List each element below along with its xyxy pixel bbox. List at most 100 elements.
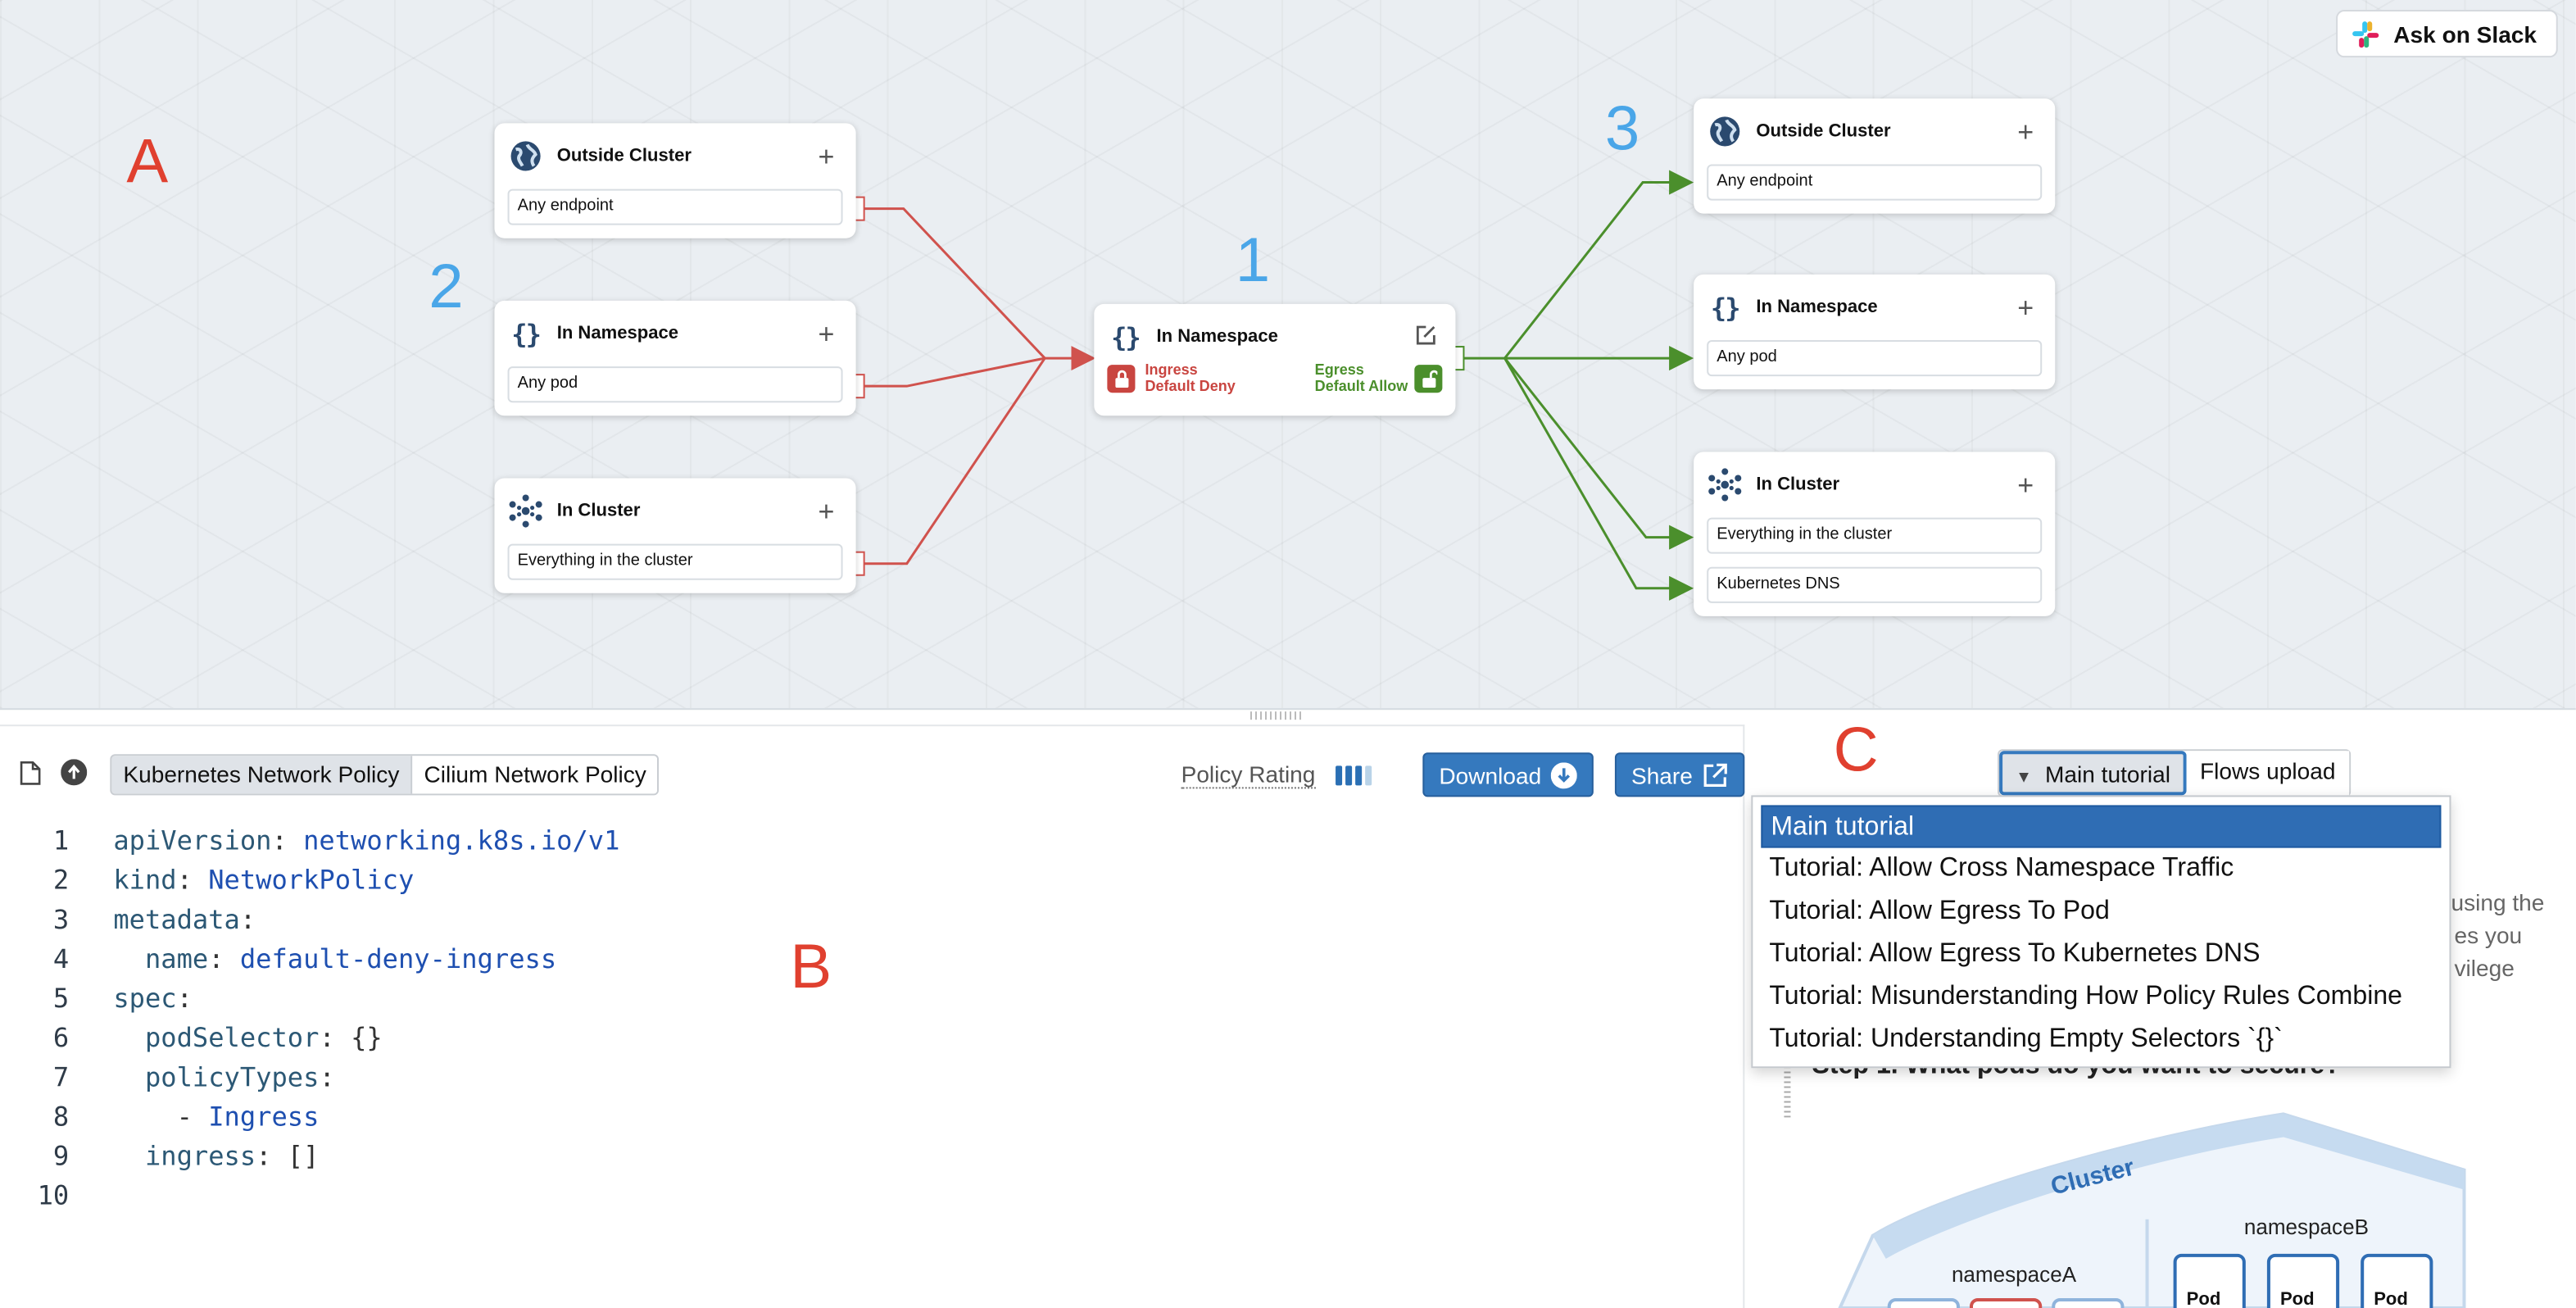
card-title: In Namespace: [1156, 326, 1278, 347]
diagram-pod-label: Pod: [2186, 1289, 2221, 1308]
marker-b: B: [790, 933, 832, 1003]
line-number: 4: [52, 942, 70, 974]
ingress-card-in-cluster[interactable]: In Cluster + Everything in the cluster: [494, 478, 856, 593]
globe-icon: [508, 138, 544, 174]
code-line: spec:: [113, 982, 193, 1015]
globe-icon: [1707, 113, 1743, 149]
rule-row[interactable]: Any endpoint: [507, 188, 843, 225]
diagram-pod-label: Pod: [2374, 1289, 2408, 1308]
tab-cilium-network-policy[interactable]: Cilium Network Policy: [412, 756, 658, 794]
code-line: podSelector: {}: [144, 1022, 383, 1054]
center-card-in-namespace[interactable]: {} In Namespace Ingress Default Deny Egre…: [1094, 303, 1456, 416]
tutorial-tabs[interactable]: ▼ Main tutorial Flows upload: [1998, 749, 2351, 797]
menu-item-main-tutorial[interactable]: Main tutorial: [1761, 805, 2442, 848]
add-rule-button[interactable]: +: [2009, 117, 2042, 145]
diagram-pod-label: Pod: [2279, 1289, 2315, 1308]
marker-3: 3: [1604, 95, 1640, 165]
ingress-card-outside-cluster[interactable]: Outside Cluster + Any endpoint: [494, 123, 856, 238]
tutorial-text-fragment: using the: [2451, 888, 2545, 915]
add-rule-button[interactable]: +: [810, 320, 842, 347]
tab-kubernetes-network-policy[interactable]: Kubernetes Network Policy: [111, 756, 413, 794]
card-title: In Namespace: [556, 323, 679, 344]
rule-row[interactable]: Everything in the cluster: [1707, 517, 2043, 554]
tab-flows-upload[interactable]: Flows upload: [2186, 751, 2349, 796]
card-title: In Cluster: [1756, 475, 1840, 495]
tab-main-tutorial[interactable]: ▼ Main tutorial: [1999, 751, 2187, 796]
policy-type-toggle[interactable]: Kubernetes Network Policy Cilium Network…: [110, 754, 660, 796]
rule-row[interactable]: Everything in the cluster: [507, 543, 843, 580]
egress-label: Egress: [1314, 361, 1364, 379]
code-line: ingress: []: [144, 1140, 320, 1172]
chevron-down-icon: ▼: [2016, 769, 2032, 788]
cluster-diagram: [1838, 1112, 2466, 1308]
add-rule-button[interactable]: +: [810, 497, 842, 525]
line-number: 3: [52, 903, 70, 935]
code-line: policyTypes:: [144, 1061, 335, 1093]
card-title: Outside Cluster: [556, 146, 692, 166]
card-title: In Cluster: [556, 501, 641, 521]
card-title: In Namespace: [1756, 297, 1878, 317]
external-link-icon: [1703, 761, 1729, 788]
rule-row[interactable]: Any endpoint: [1707, 164, 2043, 201]
code-line: kind: NetworkPolicy: [113, 864, 415, 896]
slack-label: Ask on Slack: [2393, 20, 2537, 48]
tutorial-dropdown-menu[interactable]: Main tutorial Tutorial: Allow Cross Name…: [1751, 795, 2451, 1069]
menu-item-empty-selectors[interactable]: Tutorial: Understanding Empty Selectors …: [1761, 1019, 2441, 1061]
policy-editor: Kubernetes Network Policy Cilium Network…: [0, 724, 1746, 1308]
add-rule-button[interactable]: +: [810, 142, 842, 170]
download-label: Download: [1439, 761, 1542, 788]
code-line: apiVersion: networking.k8s.io/v1: [113, 824, 620, 856]
add-rule-button[interactable]: +: [2009, 293, 2042, 321]
rule-row[interactable]: Kubernetes DNS: [1707, 566, 2043, 603]
egress-card-in-cluster[interactable]: In Cluster + Everything in the cluster K…: [1694, 452, 2056, 616]
upload-icon[interactable]: [61, 759, 88, 786]
policy-rating-label[interactable]: Policy Rating: [1181, 761, 1316, 789]
egress-card-outside-cluster[interactable]: Outside Cluster + Any endpoint: [1694, 98, 2056, 214]
code-line: name: default-deny-ingress: [144, 942, 557, 974]
ingress-card-in-namespace[interactable]: {} In Namespace + Any pod: [494, 300, 856, 416]
cluster-icon: [508, 493, 544, 529]
braces-icon: {}: [1111, 320, 1141, 353]
tutorial-text-fragment: vilege: [2454, 954, 2515, 981]
diagram-namespace-b: namespaceB: [2243, 1214, 2369, 1239]
tutorial-text-fragment: es you: [2454, 921, 2523, 948]
add-rule-button[interactable]: +: [2009, 470, 2042, 498]
code-line: metadata:: [113, 903, 256, 935]
line-number: 6: [52, 1022, 70, 1054]
new-file-icon[interactable]: [16, 759, 43, 785]
panel-resize-handle[interactable]: [1249, 711, 1303, 720]
card-title: Outside Cluster: [1756, 121, 1891, 142]
line-number: 5: [52, 982, 70, 1015]
share-label: Share: [1630, 761, 1693, 788]
policy-rating-bars: [1336, 765, 1372, 786]
braces-icon: {}: [511, 317, 542, 350]
egress-default: Default Allow: [1314, 378, 1408, 395]
menu-item-rules-combine[interactable]: Tutorial: Misunderstanding How Policy Ru…: [1761, 976, 2441, 1019]
menu-item-egress-to-dns[interactable]: Tutorial: Allow Egress To Kubernetes DNS: [1761, 933, 2441, 976]
diagram-namespace-a: namespaceA: [1951, 1261, 2077, 1287]
ingress-status[interactable]: Ingress Default Deny: [1107, 361, 1236, 394]
egress-status[interactable]: Egress Default Allow: [1315, 361, 1443, 394]
ingress-label: Ingress: [1145, 361, 1198, 379]
menu-item-cross-namespace[interactable]: Tutorial: Allow Cross Namespace Traffic: [1761, 848, 2441, 891]
edit-icon[interactable]: [1409, 323, 1442, 351]
lock-icon: [1107, 364, 1136, 393]
menu-item-egress-to-pod[interactable]: Tutorial: Allow Egress To Pod: [1761, 891, 2441, 933]
line-number: 10: [37, 1179, 70, 1211]
ask-on-slack-button[interactable]: Ask on Slack: [2336, 10, 2558, 58]
rule-row[interactable]: Any pod: [1707, 340, 2043, 377]
egress-edges: [1463, 170, 1694, 601]
egress-card-in-namespace[interactable]: {} In Namespace + Any pod: [1694, 274, 2056, 390]
line-number: 2: [52, 864, 70, 896]
download-icon: [1551, 761, 1578, 788]
tab-label: Main tutorial: [2045, 761, 2170, 788]
line-number: 7: [52, 1061, 70, 1093]
slack-icon: [2351, 19, 2380, 48]
line-number: 1: [52, 824, 70, 856]
download-button[interactable]: Download: [1422, 752, 1594, 797]
marker-a: A: [126, 128, 169, 198]
line-number: 8: [52, 1101, 70, 1133]
rule-row[interactable]: Any pod: [507, 366, 843, 403]
marker-1: 1: [1235, 226, 1271, 296]
share-button[interactable]: Share: [1614, 752, 1746, 797]
